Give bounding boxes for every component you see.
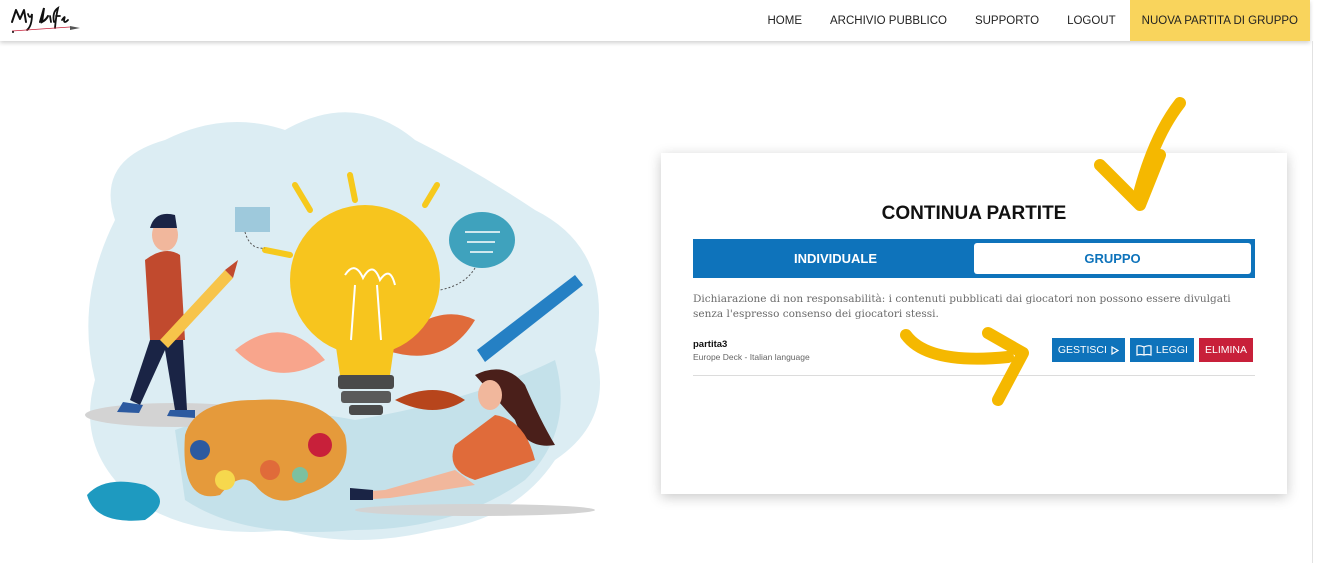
nav-support[interactable]: SUPPORTO bbox=[961, 0, 1053, 41]
read-label: LEGGI bbox=[1155, 344, 1188, 356]
hero-illustration bbox=[55, 100, 635, 550]
delete-button[interactable]: ELIMINA bbox=[1198, 338, 1253, 362]
read-button[interactable]: LEGGI bbox=[1129, 338, 1194, 362]
manage-label: GESTISCI bbox=[1057, 344, 1107, 356]
book-icon bbox=[1136, 345, 1152, 356]
manage-button[interactable]: GESTISCI bbox=[1051, 338, 1125, 362]
arrow-right-annotation-icon bbox=[900, 327, 1029, 406]
tab-group[interactable]: GRUPPO bbox=[974, 243, 1251, 274]
top-navbar: HOME ARCHIVIO PUBBLICO SUPPORTO LOGOUT N… bbox=[0, 0, 1310, 41]
delete-label: ELIMINA bbox=[1204, 344, 1247, 356]
arrow-down-annotation-icon bbox=[1094, 97, 1186, 211]
disclaimer-text: Dichiarazione di non responsabilità: i c… bbox=[693, 293, 1231, 320]
game-name: partita3 bbox=[693, 339, 728, 350]
app-logo[interactable] bbox=[8, 4, 88, 36]
play-icon bbox=[1111, 345, 1119, 355]
game-deck: Europe Deck - Italian language bbox=[693, 352, 810, 362]
nav-home[interactable]: HOME bbox=[754, 0, 817, 41]
page-scrollbar[interactable] bbox=[1312, 41, 1313, 563]
mode-tabs: INDIVIDUALE GRUPPO bbox=[693, 239, 1255, 278]
game-actions: GESTISCI LEGGI ELIMINA bbox=[1051, 338, 1253, 362]
new-group-game-button[interactable]: NUOVA PARTITA DI GRUPPO bbox=[1129, 0, 1310, 41]
nav-logout[interactable]: LOGOUT bbox=[1053, 0, 1130, 41]
nav-menu: HOME ARCHIVIO PUBBLICO SUPPORTO LOGOUT N… bbox=[754, 0, 1310, 41]
nav-public-archive[interactable]: ARCHIVIO PUBBLICO bbox=[816, 0, 961, 41]
tab-individual[interactable]: INDIVIDUALE bbox=[697, 243, 974, 274]
